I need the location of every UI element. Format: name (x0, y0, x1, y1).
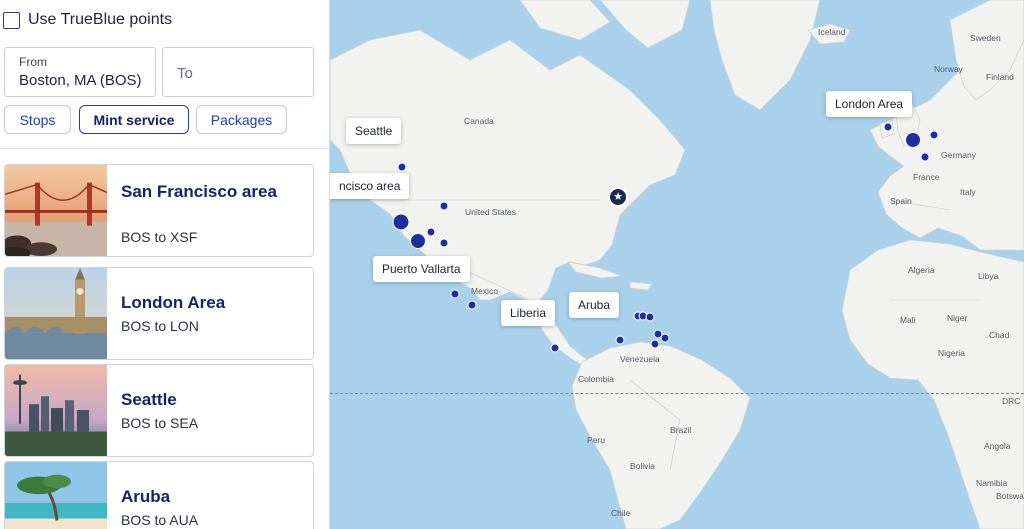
label-spain: Spain (890, 196, 912, 206)
label-nigeria: Nigeria (938, 348, 965, 358)
destination-dot[interactable] (397, 162, 407, 172)
to-placeholder: To (177, 65, 193, 82)
trueblue-points-toggle[interactable]: Use TrueBlue points (3, 11, 172, 29)
destination-route: BOS to SEA (121, 415, 199, 431)
label-namibia: Namibia (976, 478, 1008, 488)
destination-card-san-francisco[interactable]: San Francisco area BOS to XSF (4, 164, 314, 257)
label-drc: DRC (1002, 396, 1021, 406)
label-norway: Norway (934, 64, 963, 74)
callout-london-area[interactable]: London Area (826, 91, 913, 117)
callout-puerto-vallarta[interactable]: Puerto Vallarta (373, 256, 470, 282)
label-peru: Peru (587, 435, 605, 445)
destination-name: San Francisco area (121, 182, 277, 201)
stops-filter-button[interactable]: Stops (4, 105, 71, 134)
callout-liberia[interactable]: Liberia (501, 300, 556, 326)
destination-dot-puerto-vallarta[interactable] (450, 289, 460, 299)
label-chad: Chad (989, 330, 1010, 340)
from-label: From (19, 55, 47, 69)
destination-dot-los-angeles[interactable] (410, 233, 426, 249)
destination-dot-aruba[interactable] (615, 335, 625, 345)
route-map[interactable]: Iceland Sweden Norway Finland Canada Uni… (330, 0, 1024, 529)
destination-name: Aruba (121, 487, 171, 506)
label-botswana: Botswana (996, 491, 1024, 501)
search-panel: Use TrueBlue points From Boston, MA (BOS… (0, 0, 330, 529)
destination-card-london[interactable]: London Area BOS to LON (4, 267, 314, 360)
panel-divider (0, 148, 329, 149)
to-field[interactable]: To (162, 47, 314, 97)
points-label: Use TrueBlue points (28, 11, 173, 28)
destination-route: BOS to LON (121, 318, 199, 334)
destination-card-aruba[interactable]: Aruba BOS to AUA (4, 461, 314, 529)
label-bolivia: Bolivia (630, 461, 656, 471)
destination-card-seattle[interactable]: Seattle BOS to SEA (4, 364, 314, 457)
packages-filter-button[interactable]: Packages (196, 105, 287, 134)
destination-dot[interactable] (467, 300, 477, 310)
label-mexico: Mexico (471, 286, 498, 296)
label-iceland: Iceland (818, 27, 846, 37)
destination-dot[interactable] (439, 201, 449, 211)
label-italy: Italy (960, 187, 976, 197)
equator-line (330, 393, 1024, 394)
destination-dot[interactable] (439, 238, 449, 248)
destination-dot[interactable] (883, 122, 893, 132)
callout-aruba[interactable]: Aruba (569, 292, 620, 318)
destination-dot[interactable] (920, 152, 930, 162)
destination-dot[interactable] (929, 130, 939, 140)
destination-name: London Area (121, 293, 226, 312)
label-mali: Mali (900, 315, 916, 325)
label-angola: Angola (984, 441, 1011, 451)
destination-dot[interactable] (650, 339, 660, 349)
destination-dot-san-francisco[interactable] (392, 213, 410, 231)
label-united-states: United States (465, 207, 517, 217)
label-algeria: Algeria (908, 265, 935, 275)
destination-dot-london[interactable] (905, 132, 921, 148)
destination-dot[interactable] (426, 227, 436, 237)
mint-service-filter-button[interactable]: Mint service (79, 105, 189, 134)
label-brazil: Brazil (670, 425, 692, 435)
seattle-skyline-image (5, 365, 107, 456)
destination-name: Seattle (121, 390, 177, 409)
big-ben-image (5, 268, 107, 359)
origin-star-icon[interactable]: ★ (608, 187, 628, 207)
aruba-beach-image (5, 462, 107, 529)
label-chile: Chile (611, 508, 631, 518)
label-germany: Germany (941, 150, 976, 160)
golden-gate-bridge-image (5, 165, 107, 256)
from-value: Boston, MA (BOS) (19, 72, 142, 89)
label-france: France (913, 172, 940, 182)
destination-dot-liberia[interactable] (550, 343, 560, 353)
destination-route: BOS to XSF (121, 229, 198, 245)
label-sweden: Sweden (970, 33, 1001, 43)
callout-san-francisco[interactable]: ncisco area (330, 173, 410, 199)
label-libya: Libya (978, 271, 999, 281)
destination-dot[interactable] (660, 333, 670, 343)
label-venezuela: Venezuela (620, 354, 660, 364)
label-finland: Finland (986, 72, 1014, 82)
label-niger: Niger (947, 313, 968, 323)
app-root: Use TrueBlue points From Boston, MA (BOS… (0, 0, 1024, 529)
destination-dot[interactable] (645, 312, 655, 322)
label-canada: Canada (464, 116, 494, 126)
from-field[interactable]: From Boston, MA (BOS) (4, 47, 156, 97)
callout-seattle[interactable]: Seattle (346, 118, 402, 144)
destination-route: BOS to AUA (121, 512, 199, 528)
points-checkbox[interactable] (3, 11, 20, 29)
label-colombia: Colombia (578, 374, 614, 384)
